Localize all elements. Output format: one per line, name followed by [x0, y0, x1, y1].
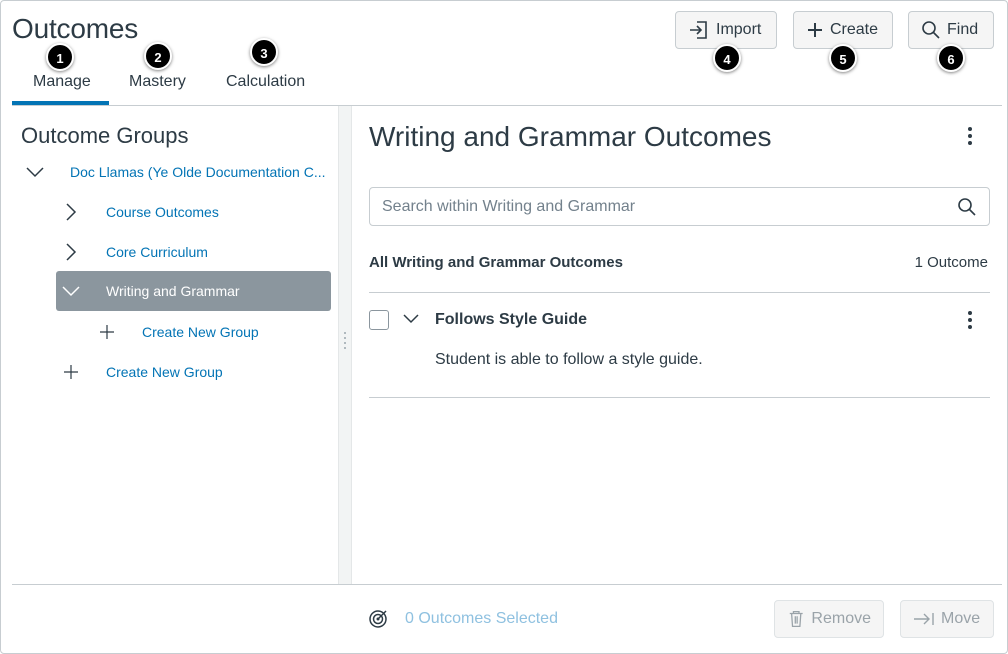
- outcome-checkbox[interactable]: [369, 310, 389, 330]
- chevron-down-icon: [20, 166, 50, 178]
- footer-divider: [12, 584, 1002, 585]
- trash-icon: [789, 610, 803, 628]
- move-button-label: Move: [941, 610, 981, 627]
- remove-button[interactable]: Remove: [774, 600, 884, 638]
- tree-item-label: Doc Llamas (Ye Olde Documentation C...: [70, 164, 326, 180]
- move-icon: [914, 613, 934, 625]
- plus-icon: [92, 324, 122, 340]
- tree-item-label: Create New Group: [106, 364, 223, 380]
- callout-badge-5: 5: [829, 44, 857, 72]
- outcomes-list-header: All Writing and Grammar Outcomes: [369, 254, 623, 271]
- outcomes-window: Outcomes Manage Mastery Calculation 1 2 …: [0, 0, 1008, 654]
- callout-badge-4: 4: [713, 44, 741, 72]
- outcome-title: Follows Style Guide: [435, 311, 588, 328]
- tree-item-core-curriculum[interactable]: Core Curriculum: [56, 232, 332, 272]
- page-title: Outcomes: [12, 13, 138, 44]
- import-icon: [690, 21, 707, 39]
- pane-resize-handle[interactable]: [338, 106, 352, 584]
- tree-item-writing-and-grammar[interactable]: Writing and Grammar: [56, 271, 331, 311]
- tree-item-label: Writing and Grammar: [106, 283, 240, 299]
- outcome-groups-pane: Outcome Groups Doc Llamas (Ye Olde Docum…: [12, 106, 338, 584]
- plus-icon: [56, 364, 86, 380]
- chevron-down-icon: [56, 285, 86, 297]
- list-divider-bottom: [369, 397, 990, 398]
- outcome-count: 1 Outcome: [914, 254, 988, 271]
- list-divider-top: [369, 292, 990, 293]
- search-icon: [958, 198, 976, 216]
- create-button-label: Create: [830, 21, 879, 38]
- callout-badge-1: 1: [46, 43, 74, 71]
- group-kebab-menu-icon[interactable]: [966, 127, 974, 148]
- outcome-description: Student is able to follow a style guide.: [435, 351, 703, 368]
- drag-handle-icon: [344, 332, 347, 352]
- outcome-groups-title: Outcome Groups: [21, 123, 189, 148]
- chevron-right-icon: [56, 202, 86, 222]
- search-within-group-input[interactable]: Search within Writing and Grammar: [369, 187, 990, 226]
- create-new-group-root[interactable]: Create New Group: [56, 352, 332, 392]
- search-icon: [922, 21, 940, 39]
- callout-badge-2: 2: [144, 42, 172, 70]
- tree-item-label: Core Curriculum: [106, 244, 208, 260]
- import-button-label: Import: [716, 21, 762, 38]
- group-title: Writing and Grammar Outcomes: [369, 121, 772, 152]
- outcome-kebab-menu-icon[interactable]: [966, 311, 974, 332]
- callout-badge-3: 3: [250, 38, 278, 66]
- remove-button-label: Remove: [811, 610, 871, 627]
- tree-item-label: Create New Group: [142, 324, 259, 340]
- plus-icon: [808, 23, 822, 37]
- tab-calculation[interactable]: Calculation: [226, 73, 305, 91]
- tree-item-doc-llamas[interactable]: Doc Llamas (Ye Olde Documentation C...: [20, 152, 332, 192]
- outcomes-selected-count: 0 Outcomes Selected: [405, 610, 558, 627]
- tree-item-course-outcomes[interactable]: Course Outcomes: [56, 192, 332, 232]
- create-new-group-nested[interactable]: Create New Group: [92, 312, 332, 352]
- chevron-down-icon[interactable]: [403, 314, 419, 324]
- search-placeholder: Search within Writing and Grammar: [382, 197, 636, 215]
- tab-mastery[interactable]: Mastery: [129, 73, 186, 91]
- target-icon: [369, 610, 387, 628]
- chevron-right-icon: [56, 242, 86, 262]
- move-button[interactable]: Move: [900, 600, 994, 638]
- tree-item-label: Course Outcomes: [106, 204, 219, 220]
- find-button-label: Find: [947, 21, 979, 38]
- tab-manage[interactable]: Manage: [33, 73, 91, 91]
- callout-badge-6: 6: [937, 44, 965, 72]
